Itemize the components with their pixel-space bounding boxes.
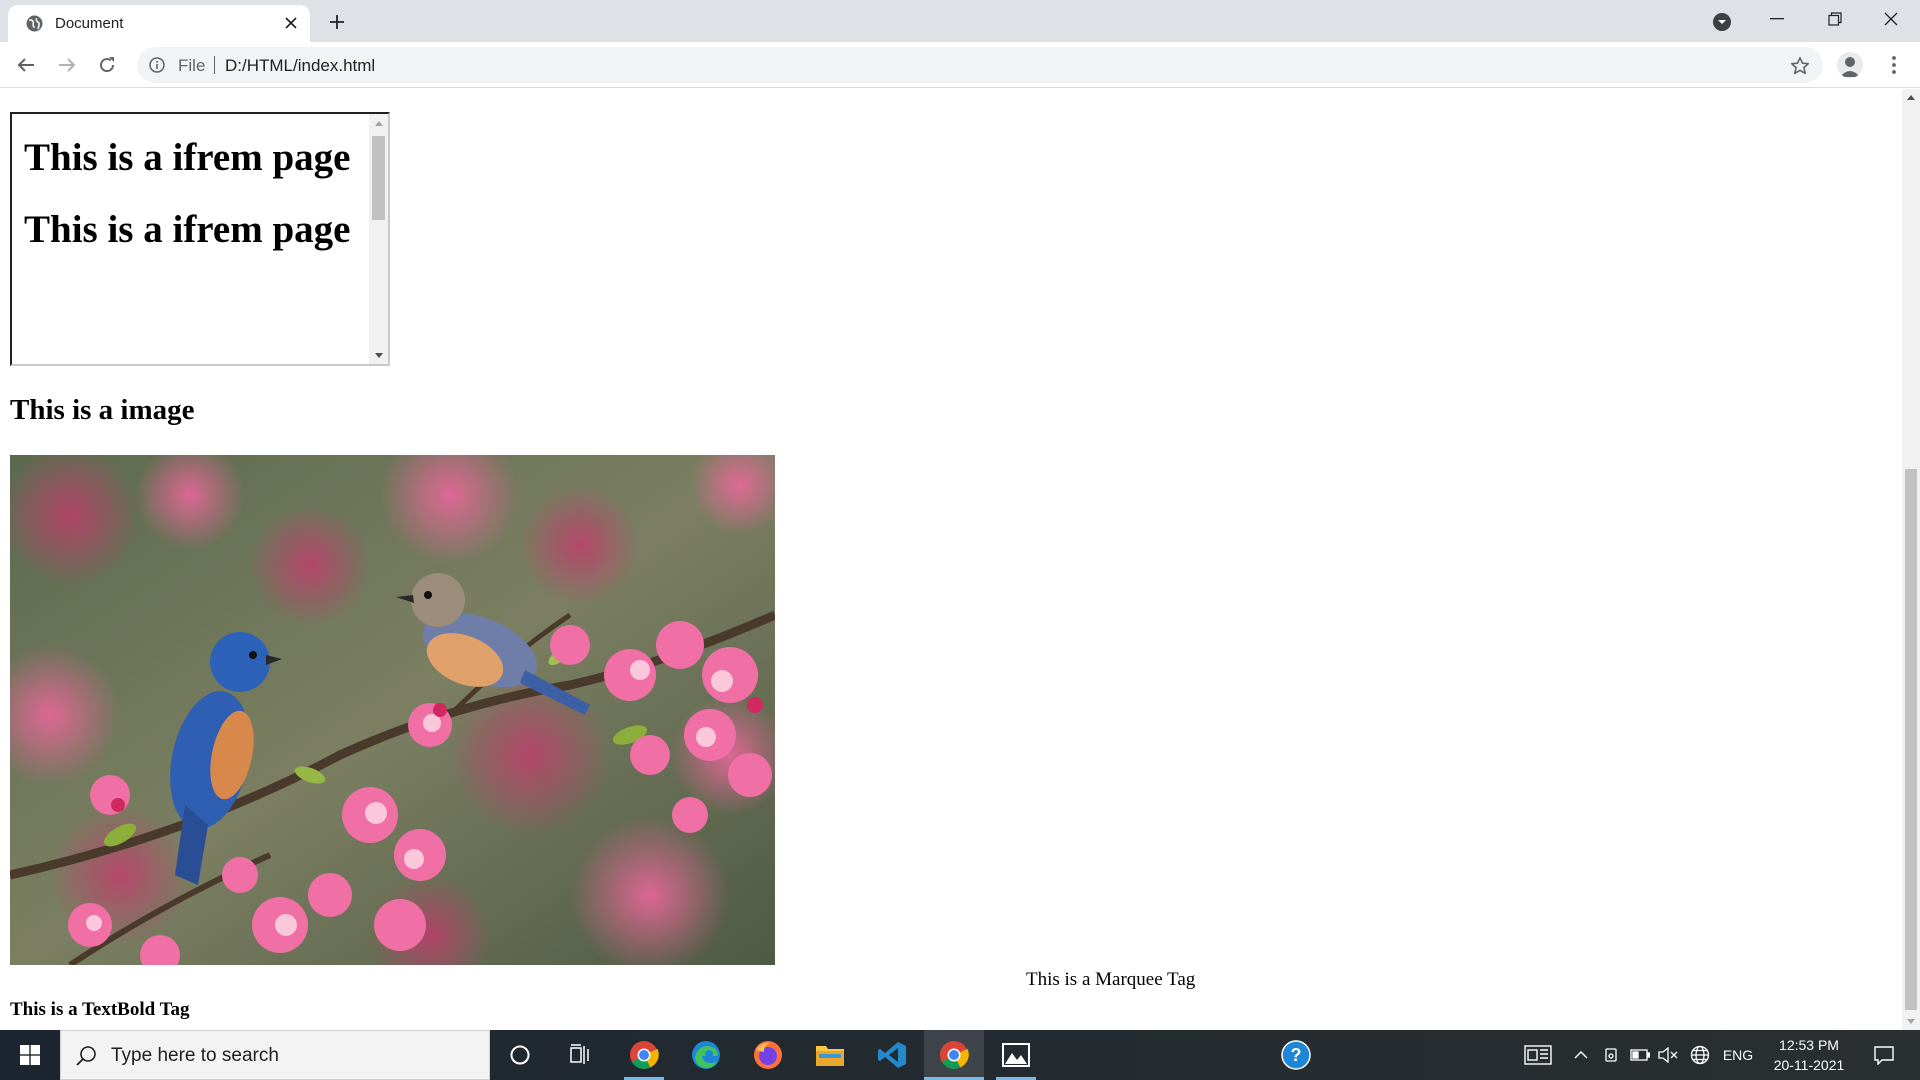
taskbar-clock[interactable]: 12:53 PM 20-11-2021	[1762, 1035, 1856, 1075]
minimize-icon[interactable]	[1748, 0, 1806, 38]
tab-title: Document	[55, 15, 124, 32]
firefox-icon[interactable]	[738, 1030, 798, 1080]
restore-icon[interactable]	[1806, 0, 1864, 38]
help-icon[interactable]: ?	[1266, 1030, 1326, 1080]
address-bar[interactable]: File D:/HTML/index.html	[137, 47, 1823, 83]
address-separator	[214, 56, 215, 74]
image-heading: This is a image	[10, 394, 195, 426]
page-scroll-thumb[interactable]	[1905, 469, 1917, 1010]
back-icon[interactable]	[10, 49, 42, 81]
reload-icon[interactable]	[91, 49, 123, 81]
forward-icon[interactable]	[51, 49, 83, 81]
cortana-icon[interactable]	[490, 1030, 550, 1080]
close-window-icon[interactable]	[1862, 0, 1920, 38]
bookmark-star-icon[interactable]	[1790, 56, 1810, 76]
page-scroll-down-arrow-icon[interactable]	[1902, 1013, 1920, 1030]
vscode-icon[interactable]	[862, 1030, 922, 1080]
device-icon[interactable]	[1600, 1030, 1622, 1080]
language-indicator[interactable]: ENG	[1718, 1030, 1758, 1080]
task-view-icon[interactable]	[550, 1030, 610, 1080]
taskbar-search-box[interactable]: Type here to search	[60, 1030, 490, 1080]
scroll-down-arrow-icon[interactable]	[369, 346, 388, 364]
news-widget-icon[interactable]	[1518, 1030, 1558, 1080]
windows-start-icon[interactable]	[0, 1030, 60, 1080]
profile-avatar-icon[interactable]	[1837, 52, 1863, 78]
battery-icon[interactable]	[1628, 1030, 1652, 1080]
close-tab-icon[interactable]	[282, 14, 300, 32]
tab-search-icon[interactable]	[1710, 10, 1734, 34]
clock-time: 12:53 PM	[1779, 1037, 1839, 1053]
embedded-iframe[interactable]: This is a ifrem page This is a ifrem pag…	[10, 112, 390, 366]
globe-icon	[26, 15, 43, 32]
edge-icon[interactable]	[676, 1030, 736, 1080]
new-tab-icon[interactable]	[325, 10, 349, 34]
file-explorer-icon[interactable]	[800, 1030, 860, 1080]
iframe-heading: This is a ifrem page	[24, 208, 351, 251]
scroll-up-arrow-icon[interactable]	[369, 114, 388, 132]
url-text[interactable]: D:/HTML/index.html	[225, 56, 375, 76]
page-viewport: This is a ifrem page This is a ifrem pag…	[0, 89, 1920, 1030]
chevron-up-icon[interactable]	[1570, 1030, 1592, 1080]
windows-taskbar: Type here to search ? ENG 12:53 PM 20-11…	[0, 1030, 1920, 1080]
browser-tab[interactable]: Document	[8, 5, 310, 42]
marquee-text: This is a Marquee Tag	[1026, 969, 1196, 990]
clock-date: 20-11-2021	[1773, 1057, 1845, 1073]
chrome-icon[interactable]	[614, 1030, 674, 1080]
iframe-scroll-thumb[interactable]	[372, 136, 385, 220]
iframe-scrollbar[interactable]	[369, 114, 388, 364]
tab-strip: Document	[0, 0, 1920, 42]
page-scroll-up-arrow-icon[interactable]	[1902, 89, 1920, 106]
iframe-heading: This is a ifrem page	[24, 136, 351, 179]
search-icon	[76, 1046, 96, 1066]
file-scheme-label: File	[178, 56, 206, 75]
photos-icon[interactable]	[986, 1030, 1046, 1080]
search-placeholder: Type here to search	[111, 1045, 279, 1066]
page-scrollbar[interactable]	[1902, 89, 1920, 1030]
volume-muted-icon[interactable]	[1656, 1030, 1680, 1080]
notification-center-icon[interactable]	[1864, 1030, 1904, 1080]
svg-text:?: ?	[1291, 1045, 1302, 1065]
iframe-content: This is a ifrem page This is a ifrem pag…	[12, 114, 368, 364]
browser-toolbar: File D:/HTML/index.html	[0, 42, 1920, 88]
menu-kebab-icon[interactable]	[1882, 52, 1906, 78]
bold-text: This is a TextBold Tag	[10, 999, 190, 1020]
network-globe-icon[interactable]	[1688, 1030, 1712, 1080]
chrome-icon[interactable]	[924, 1030, 984, 1080]
info-icon[interactable]	[149, 57, 165, 73]
bird-photo	[10, 455, 775, 965]
